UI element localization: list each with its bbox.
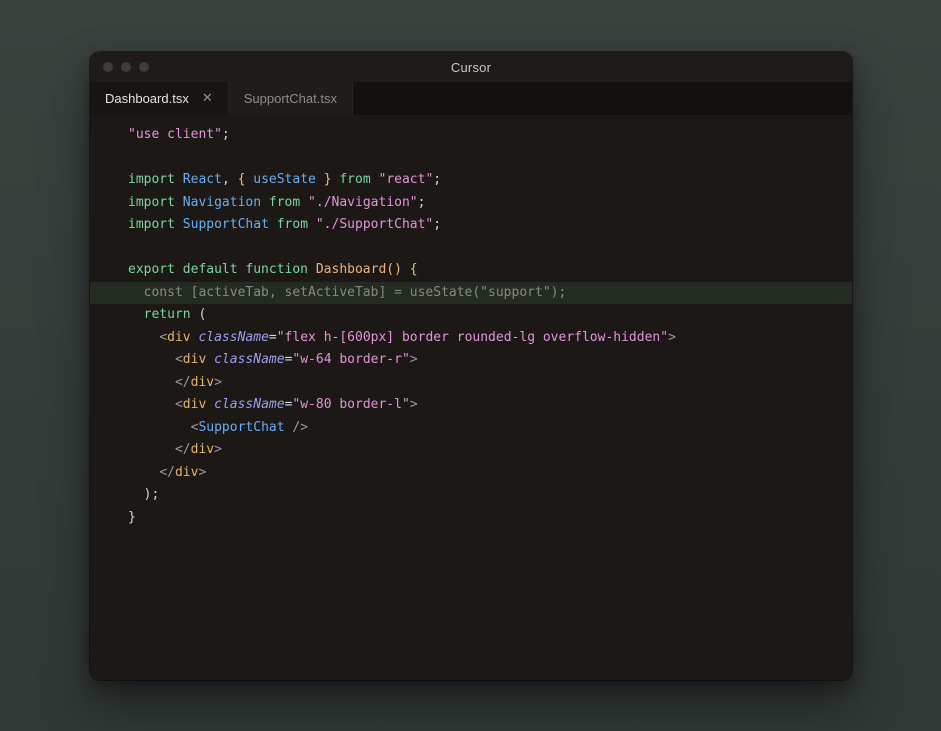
code-token — [128, 352, 175, 367]
code-token: > — [410, 352, 418, 367]
code-token: import — [128, 172, 183, 187]
close-tab-icon[interactable]: ✕ — [202, 92, 213, 105]
close-button[interactable] — [103, 62, 113, 72]
code-line[interactable] — [90, 147, 852, 170]
code-line[interactable]: ); — [90, 484, 852, 507]
window-controls — [90, 62, 149, 72]
code-token: </ — [175, 442, 191, 457]
code-token: import — [128, 217, 183, 232]
code-token: , — [222, 172, 238, 187]
code-token: className — [191, 330, 269, 345]
code-token: return — [144, 307, 191, 322]
code-token: "react" — [379, 172, 434, 187]
code-token: className — [206, 352, 284, 367]
titlebar: Cursor — [90, 52, 852, 82]
code-token — [128, 397, 175, 412]
code-token: Dashboard — [316, 262, 386, 277]
code-token: > — [214, 375, 222, 390]
code-token — [128, 330, 159, 345]
code-token: { — [238, 172, 254, 187]
code-token: ; — [222, 127, 230, 142]
code-token: "w-80 border-l" — [292, 397, 409, 412]
code-token: /> — [285, 420, 308, 435]
code-token: "./SupportChat" — [316, 217, 433, 232]
code-token: ( — [191, 307, 207, 322]
code-token: "use client" — [128, 127, 222, 142]
code-token: div — [191, 375, 214, 390]
code-line[interactable] — [90, 237, 852, 260]
code-token: div — [191, 442, 214, 457]
code-token: > — [214, 442, 222, 457]
code-token: } — [316, 172, 332, 187]
code-token: > — [410, 397, 418, 412]
code-token: < — [175, 397, 183, 412]
code-line[interactable]: } — [90, 507, 852, 530]
code-token: export default function — [128, 262, 316, 277]
maximize-button[interactable] — [139, 62, 149, 72]
code-token: "flex h-[600px] border rounded-lg overfl… — [277, 330, 668, 345]
code-token: Navigation — [183, 195, 261, 210]
tab-label: Dashboard.tsx — [105, 91, 189, 106]
code-token: < — [175, 352, 183, 367]
code-line[interactable]: import SupportChat from "./SupportChat"; — [90, 214, 852, 237]
code-token: from — [332, 172, 379, 187]
code-token: ; — [433, 172, 441, 187]
code-token: > — [198, 465, 206, 480]
code-line[interactable]: import React, { useState } from "react"; — [90, 169, 852, 192]
window-title: Cursor — [90, 60, 852, 75]
code-token: > — [668, 330, 676, 345]
code-line[interactable]: </div> — [90, 372, 852, 395]
code-token — [128, 442, 175, 457]
code-line[interactable]: <div className="w-80 border-l"> — [90, 394, 852, 417]
desktop-background: { "window": { "title": "Cursor", "contro… — [0, 0, 941, 731]
tab-label: SupportChat.tsx — [244, 91, 337, 106]
code-token: = — [269, 330, 277, 345]
code-token: < — [159, 330, 167, 345]
code-line[interactable]: return ( — [90, 304, 852, 327]
code-token: div — [167, 330, 190, 345]
code-token: ); — [128, 487, 159, 502]
code-token: useState — [253, 172, 316, 187]
code-token: className — [206, 397, 284, 412]
app-window: Cursor Dashboard.tsx ✕ SupportChat.tsx "us… — [90, 52, 852, 680]
code-line[interactable]: <SupportChat /> — [90, 417, 852, 440]
code-line[interactable]: <div className="flex h-[600px] border ro… — [90, 327, 852, 350]
code-token: SupportChat — [198, 420, 284, 435]
code-token — [128, 420, 191, 435]
code-token: from — [261, 195, 308, 210]
code-token: } — [128, 510, 136, 525]
code-token: div — [183, 352, 206, 367]
code-line[interactable]: export default function Dashboard() { — [90, 259, 852, 282]
code-token: ; — [418, 195, 426, 210]
code-line[interactable]: "use client"; — [90, 124, 852, 147]
code-token: </ — [175, 375, 191, 390]
code-token: const [activeTab, setActiveTab] = useSta… — [128, 285, 566, 300]
code-token: </ — [159, 465, 175, 480]
tab-supportchat-tsx[interactable]: SupportChat.tsx — [229, 82, 353, 115]
code-line[interactable]: </div> — [90, 439, 852, 462]
code-token: "w-64 border-r" — [292, 352, 409, 367]
code-token: SupportChat — [183, 217, 269, 232]
code-line[interactable]: <div className="w-64 border-r"> — [90, 349, 852, 372]
code-line[interactable]: const [activeTab, setActiveTab] = useSta… — [90, 282, 852, 305]
code-line[interactable]: import Navigation from "./Navigation"; — [90, 192, 852, 215]
code-editor[interactable]: "use client"; import React, { useState }… — [90, 115, 852, 680]
code-token: from — [269, 217, 316, 232]
tab-bar: Dashboard.tsx ✕ SupportChat.tsx — [90, 82, 852, 115]
code-token: div — [183, 397, 206, 412]
code-token: div — [175, 465, 198, 480]
code-token — [128, 465, 159, 480]
minimize-button[interactable] — [121, 62, 131, 72]
code-line[interactable]: </div> — [90, 462, 852, 485]
code-token: "./Navigation" — [308, 195, 418, 210]
code-token: () { — [386, 262, 417, 277]
code-token — [128, 307, 144, 322]
code-token: React — [183, 172, 222, 187]
code-token: ; — [433, 217, 441, 232]
tab-dashboard-tsx[interactable]: Dashboard.tsx ✕ — [90, 82, 229, 115]
code-token: import — [128, 195, 183, 210]
code-token — [128, 375, 175, 390]
